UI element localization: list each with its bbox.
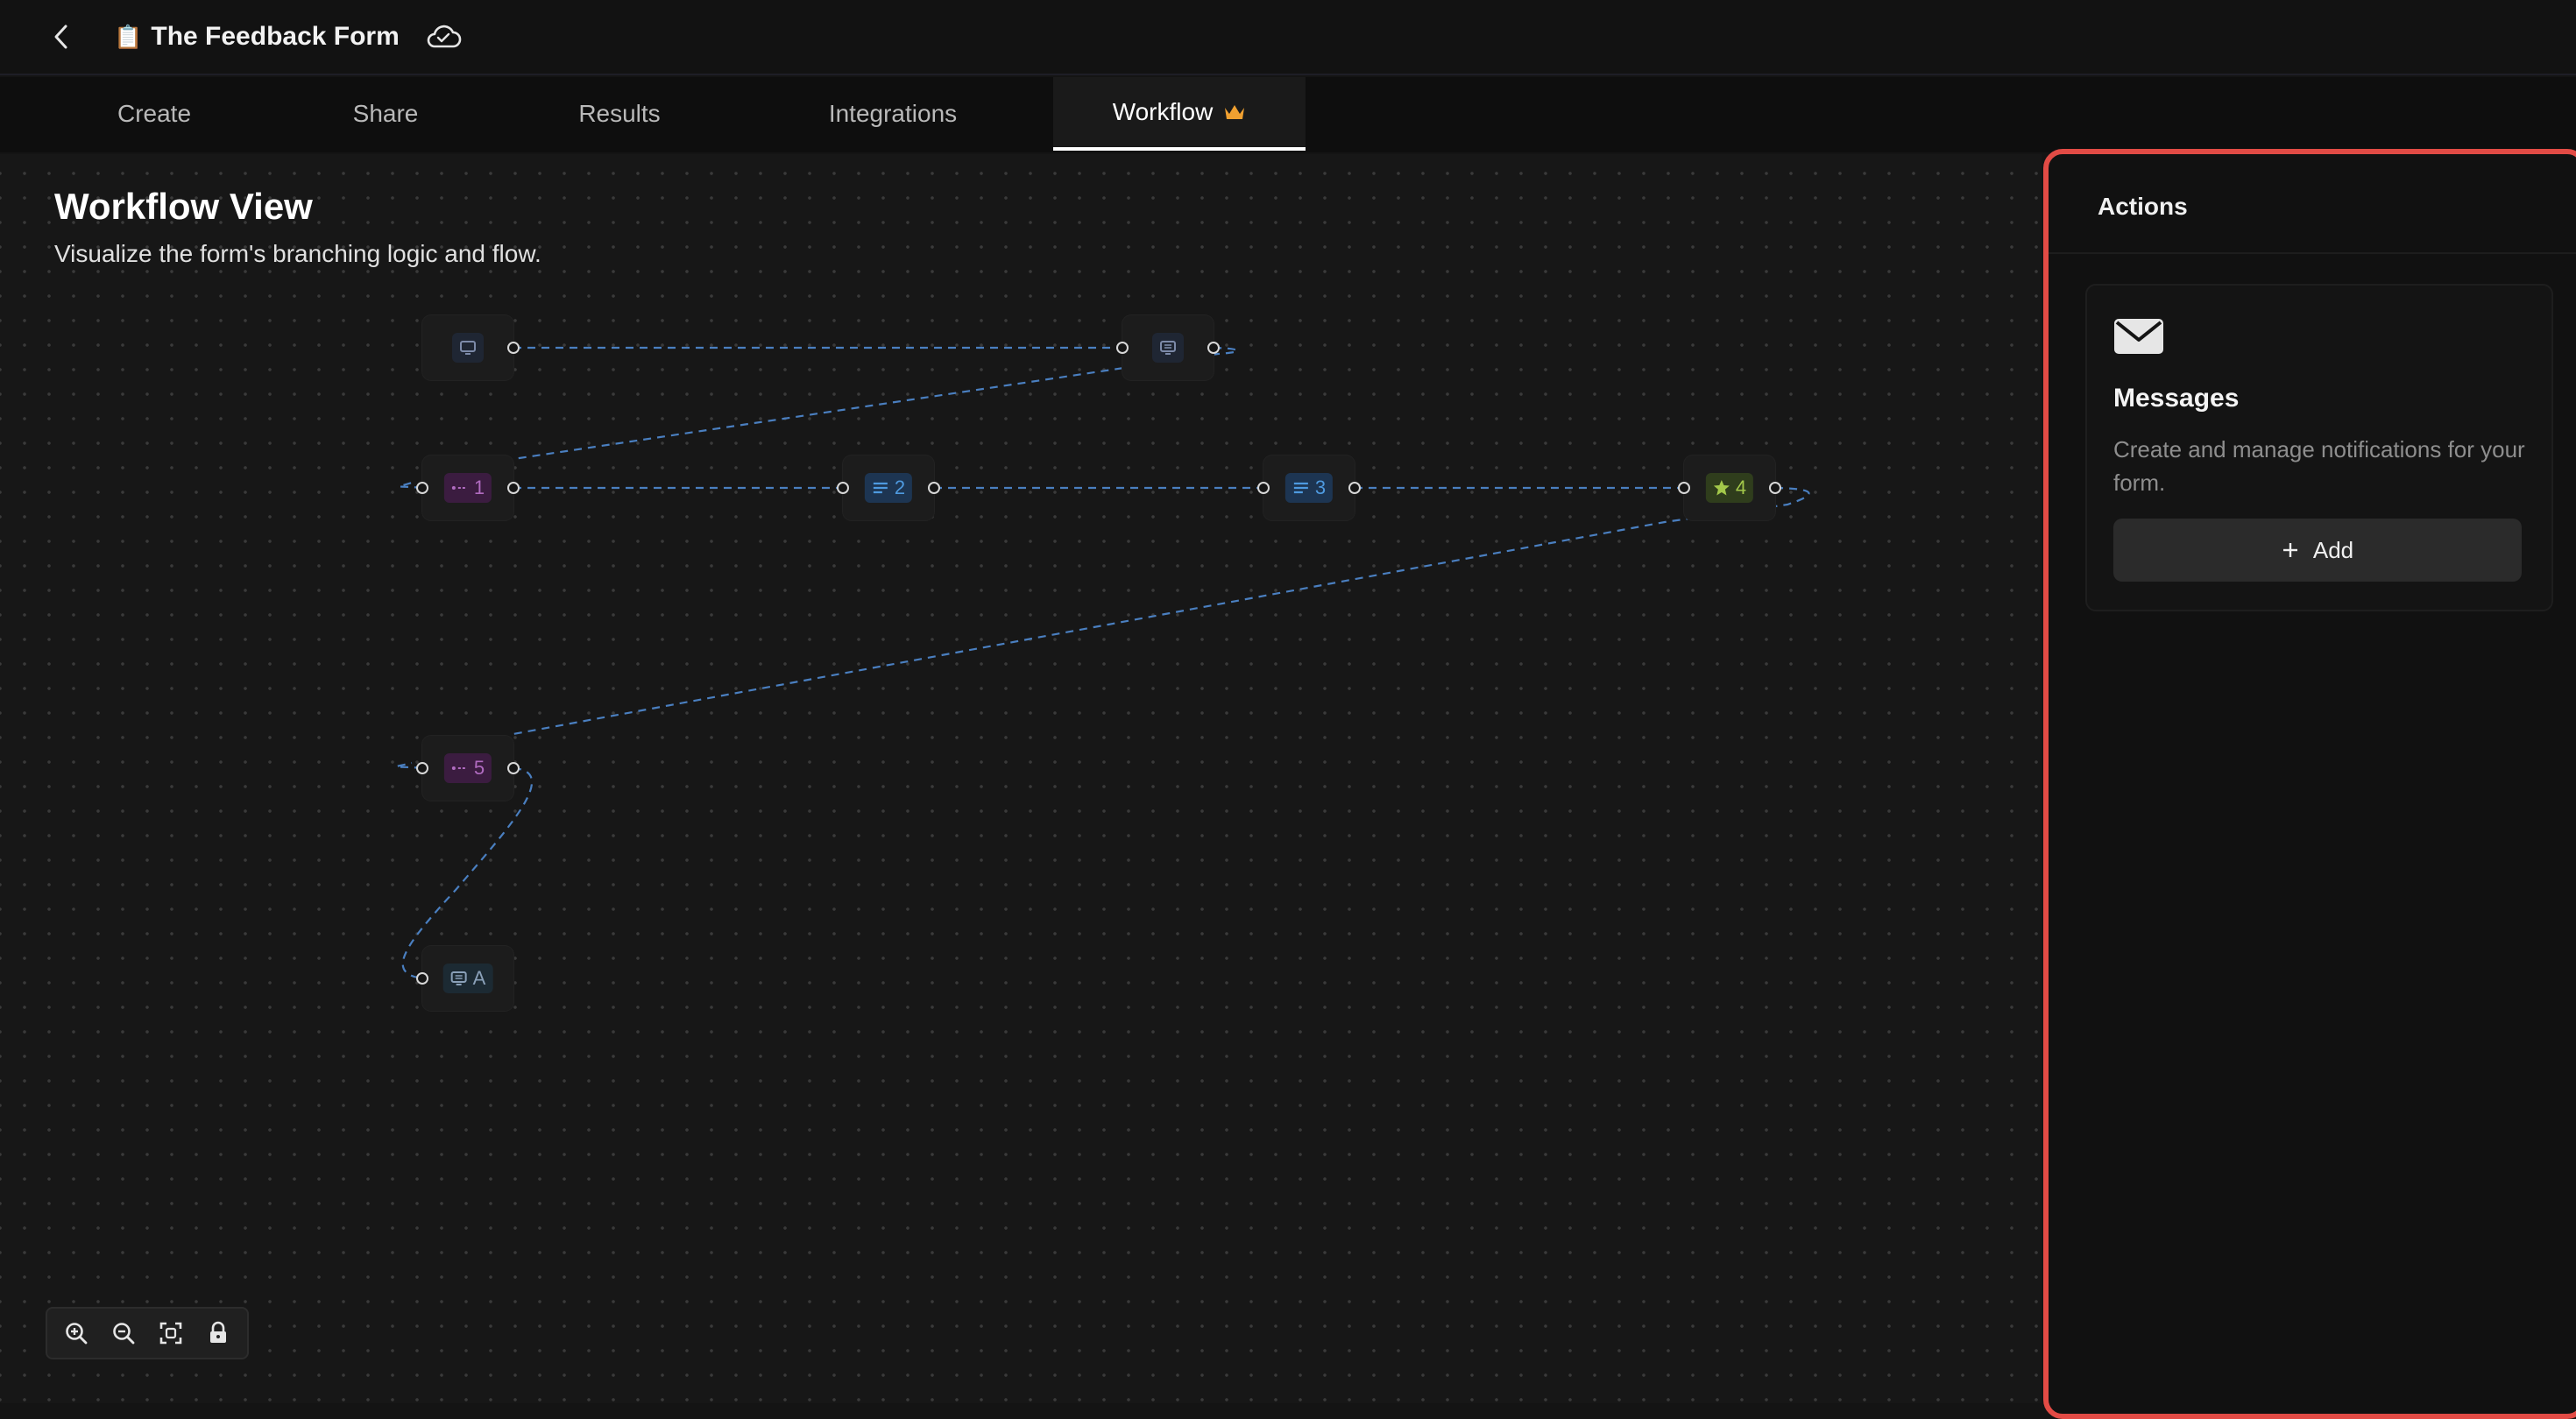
zoom-controls [46,1307,249,1359]
workflow-node-question-1[interactable]: 1 [416,455,520,520]
workflow-node-ending-a[interactable]: A [416,946,513,1011]
envelope-icon [2113,317,2164,360]
lock-button[interactable] [195,1312,242,1354]
node-chip: A [442,964,493,993]
node-label: 2 [894,477,906,498]
plus-icon [2282,543,2297,557]
workflow-node-question-3[interactable]: 3 [1257,455,1361,520]
zoom-out-icon [113,1323,135,1345]
zoom-in-button[interactable] [53,1312,100,1354]
workflow-edges [395,346,1810,980]
crown-icon [1225,105,1245,119]
node-chip: 2 [864,473,913,503]
node-handle-out[interactable] [1348,482,1361,494]
fit-view-icon [159,1322,182,1345]
tab-integrations[interactable]: Integrations [789,77,997,151]
tab-results[interactable]: Results [548,77,690,151]
workflow-node-question-2[interactable]: 2 [837,455,940,520]
form-title[interactable]: 📋 The Feedback Form [114,18,400,56]
node-label: 5 [473,757,485,779]
node-handle-out[interactable] [1769,482,1781,494]
fit-view-button[interactable] [147,1312,195,1354]
list-icon [451,486,467,490]
node-handle-in[interactable] [837,482,849,494]
node-handle-in[interactable] [416,482,428,494]
tab-create[interactable]: Create [88,77,221,151]
messages-description: Create and manage notifications for your… [2113,436,2525,496]
node-chip [452,333,484,363]
list-icon [451,766,467,770]
chevron-left-icon [54,25,67,49]
node-handle-out[interactable] [507,482,520,494]
actions-panel-title: Actions [2098,193,2188,220]
node-handle-in[interactable] [1678,482,1690,494]
message-icon [460,341,476,355]
tab-label: Workflow [1112,98,1214,125]
zoom-in-icon [66,1323,88,1345]
workflow-node-question-4[interactable]: 4 [1678,455,1781,520]
lock-icon [210,1321,226,1343]
actions-panel: Actions Messages Create and manage notif… [2043,149,2576,1419]
node-handle-out[interactable] [1207,342,1220,354]
message-icon [1160,341,1176,355]
add-message-button[interactable]: Add [2113,519,2522,582]
node-handle-in[interactable] [416,762,428,774]
node-label: 3 [1314,477,1327,498]
node-chip [1152,333,1184,363]
tab-workflow[interactable]: Workflow [1053,77,1306,151]
node-handle-out[interactable] [507,342,520,354]
node-chip: 3 [1284,473,1334,503]
actions-panel-header: Actions [2049,154,2576,254]
edge-q4-to-q5 [513,486,1810,736]
node-chip: 4 [1705,473,1754,503]
form-title-text: The Feedback Form [151,22,400,51]
message-icon [450,971,467,985]
text-lines-icon [1293,482,1308,494]
zoom-out-button[interactable] [100,1312,147,1354]
text-lines-icon [873,482,888,494]
tab-label: Share [352,100,419,127]
messages-title: Messages [2113,384,2240,413]
add-button-label: Add [2312,536,2354,563]
messages-card: Messages Create and manage notifications… [2085,284,2553,611]
node-handle-in[interactable] [416,972,428,985]
node-handle-in[interactable] [1257,482,1270,494]
node-label: A [472,967,486,989]
cloud-icon [427,25,462,48]
node-chip: 1 [443,473,492,503]
top-bar: 📋 The Feedback Form [0,0,2576,75]
workflow-node-welcome[interactable] [422,315,520,380]
node-label: 1 [473,477,485,498]
clipboard-icon: 📋 [114,23,143,50]
node-label: 4 [1735,477,1747,498]
node-handle-in[interactable] [1116,342,1129,354]
tab-label: Create [117,100,192,127]
back-button[interactable] [42,18,81,56]
workflow-canvas[interactable]: Workflow View Visualize the form's branc… [0,154,2042,1403]
workflow-node-message[interactable] [1116,315,1220,380]
node-chip: 5 [443,753,492,783]
tab-label: Results [578,100,661,127]
cloud-sync-button[interactable] [421,18,466,56]
tab-label: Integrations [828,100,958,127]
node-handle-out[interactable] [507,762,520,774]
tab-bar: Create Share Results Integrations Workfl… [0,77,2576,152]
node-handle-out[interactable] [928,482,940,494]
tab-share[interactable]: Share [319,77,452,151]
workflow-node-question-5[interactable]: 5 [416,736,520,801]
star-icon [1713,480,1730,496]
